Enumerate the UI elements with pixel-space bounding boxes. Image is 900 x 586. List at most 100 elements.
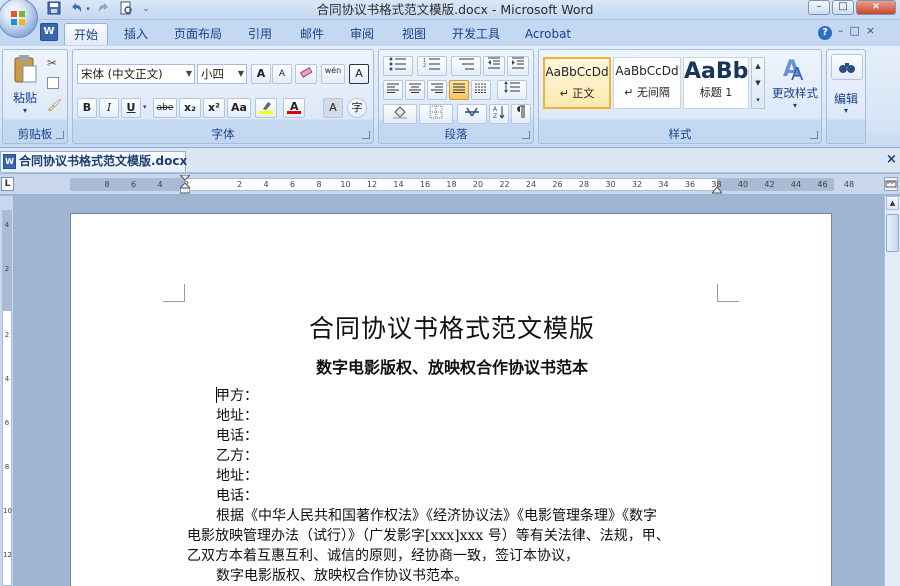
shading-button[interactable]	[383, 104, 417, 124]
change-case-button[interactable]: Aa	[227, 98, 251, 118]
font-color-button[interactable]: A	[283, 98, 305, 118]
styles-launcher-icon[interactable]	[810, 131, 818, 139]
ruler-tick: 40	[737, 180, 749, 189]
tab-references[interactable]: 引用	[242, 23, 278, 45]
tab-developer[interactable]: 开发工具	[446, 23, 506, 45]
justify-button[interactable]	[449, 80, 469, 100]
style-normal[interactable]: AaBbCcDd ↵ 正文	[543, 57, 611, 109]
italic-button[interactable]: I	[99, 98, 119, 118]
scroll-up-icon[interactable]: ▲	[886, 196, 899, 210]
font-size-combo[interactable]: 小四 ▼	[197, 64, 247, 84]
line-spacing-button[interactable]	[497, 80, 527, 100]
char-border-button[interactable]: A	[349, 64, 369, 84]
save-icon[interactable]	[46, 1, 62, 17]
clipboard-launcher-icon[interactable]	[56, 131, 64, 139]
customize-dropdown-icon[interactable]: ⌄	[138, 1, 154, 17]
style-name: ↵ 正文	[559, 87, 595, 100]
word-doc-icon[interactable]: W	[40, 23, 58, 41]
subscript-button[interactable]: x₂	[179, 98, 201, 118]
ruler-tick: 10	[340, 180, 351, 189]
find-button[interactable]	[831, 54, 863, 80]
distribute-button[interactable]	[471, 80, 491, 100]
view-ruler-button[interactable]	[884, 177, 898, 191]
document-tab[interactable]: W 合同协议书格式范文模版.docx	[0, 151, 187, 172]
grow-font-button[interactable]: A	[251, 64, 271, 84]
bullet-list-icon	[389, 57, 406, 71]
style-sample: AaBbCcDd	[545, 65, 609, 79]
format-painter-icon[interactable]: 🖌	[47, 98, 62, 112]
close-window-button[interactable]: ×	[856, 0, 896, 15]
decrease-indent-button[interactable]	[483, 56, 505, 76]
indent-marker-icon[interactable]	[178, 174, 192, 194]
tab-review[interactable]: 审阅	[344, 23, 380, 45]
tab-home[interactable]: 开始	[64, 23, 108, 45]
phonetic-guide-button[interactable]: wén	[321, 64, 345, 84]
print-preview-icon[interactable]	[118, 1, 134, 17]
multilevel-list-button[interactable]	[451, 56, 481, 76]
chinese-layout-button[interactable]	[457, 104, 487, 124]
align-right-icon	[431, 83, 443, 93]
tab-page-layout[interactable]: 页面布局	[168, 23, 228, 45]
style-no-spacing[interactable]: AaBbCcDd ↵ 无间隔	[613, 57, 681, 109]
cut-icon[interactable]: ✂	[47, 56, 57, 70]
vertical-ruler[interactable]: 4 2 2 4 6 8 10 12	[0, 196, 14, 586]
styles-scroll[interactable]: ▲ ▼ ▾	[751, 57, 765, 109]
ruler-tick: 46	[817, 180, 828, 189]
maximize-button[interactable]: □	[832, 0, 854, 15]
show-marks-button[interactable]	[511, 104, 531, 124]
increase-indent-button[interactable]	[507, 56, 529, 76]
ribbon-window-controls[interactable]: –□×	[838, 24, 898, 37]
scrollbar-thumb[interactable]	[886, 214, 899, 252]
redo-icon[interactable]	[96, 1, 112, 17]
highlight-button[interactable]	[255, 98, 277, 118]
crop-mark	[717, 284, 739, 302]
tab-insert[interactable]: 插入	[118, 23, 154, 45]
underline-dropdown-icon[interactable]: ▾	[143, 103, 147, 111]
strikethrough-button[interactable]: abe	[153, 98, 177, 118]
chevron-down-icon[interactable]: ▾	[827, 106, 865, 115]
clear-format-button[interactable]	[295, 64, 317, 84]
style-heading-1[interactable]: AaBb 标题 1	[683, 57, 749, 109]
enclose-char-button[interactable]: 字	[347, 98, 367, 118]
help-icon[interactable]: ?	[818, 26, 832, 40]
sort-button[interactable]: AZ	[489, 104, 509, 124]
numbering-button[interactable]: 12	[417, 56, 447, 76]
change-styles-button[interactable]: AA 更改样式 ▾	[769, 54, 821, 110]
justify-icon	[453, 83, 465, 93]
bold-button[interactable]: B	[77, 98, 97, 118]
align-right-button[interactable]	[427, 80, 447, 100]
tab-mailings[interactable]: 邮件	[294, 23, 330, 45]
tab-acrobat[interactable]: Acrobat	[520, 23, 576, 45]
borders-button[interactable]	[419, 104, 453, 124]
paste-button[interactable]: 粘贴 ▾	[7, 54, 43, 115]
ruler-tick: 4	[4, 221, 10, 229]
copy-icon[interactable]	[47, 77, 59, 89]
font-launcher-icon[interactable]	[362, 131, 370, 139]
minimize-button[interactable]: –	[808, 0, 830, 15]
font-name-combo[interactable]: 宋体 (中文正文) ▼	[77, 64, 195, 84]
superscript-button[interactable]: x²	[203, 98, 225, 118]
ruler-tick: 12	[3, 551, 12, 559]
shrink-font-button[interactable]: A	[272, 64, 292, 84]
tab-view[interactable]: 视图	[396, 23, 432, 45]
decrease-indent-icon	[488, 57, 500, 69]
align-center-button[interactable]	[405, 80, 425, 100]
char-shading-button[interactable]: A	[323, 98, 343, 118]
close-doc-icon[interactable]: ×	[886, 152, 897, 167]
paragraph-group: 12 AZ 段落	[378, 49, 534, 144]
horizontal-ruler[interactable]: 8642246810121416182022242628303234363840…	[70, 174, 854, 194]
right-indent-marker-icon[interactable]	[710, 183, 724, 194]
tab-selector-button[interactable]: L	[1, 177, 14, 191]
document-page[interactable]: 合同协议书格式范文模版 数字电影版权、放映权合作协议书范本 甲方： 地址： 电话…	[70, 213, 832, 586]
bullets-button[interactable]	[383, 56, 413, 76]
undo-dropdown-icon[interactable]: ▾	[84, 1, 92, 17]
ruler-tick: 2	[4, 265, 10, 273]
ruler-icon	[885, 180, 897, 188]
borders-icon	[429, 105, 443, 119]
paragraph-launcher-icon[interactable]	[522, 131, 530, 139]
align-left-button[interactable]	[383, 80, 403, 100]
font-color-icon: A	[287, 100, 301, 114]
underline-button[interactable]: U	[121, 98, 141, 118]
vertical-scrollbar[interactable]: ▲	[884, 196, 900, 586]
undo-icon[interactable]	[68, 1, 84, 17]
